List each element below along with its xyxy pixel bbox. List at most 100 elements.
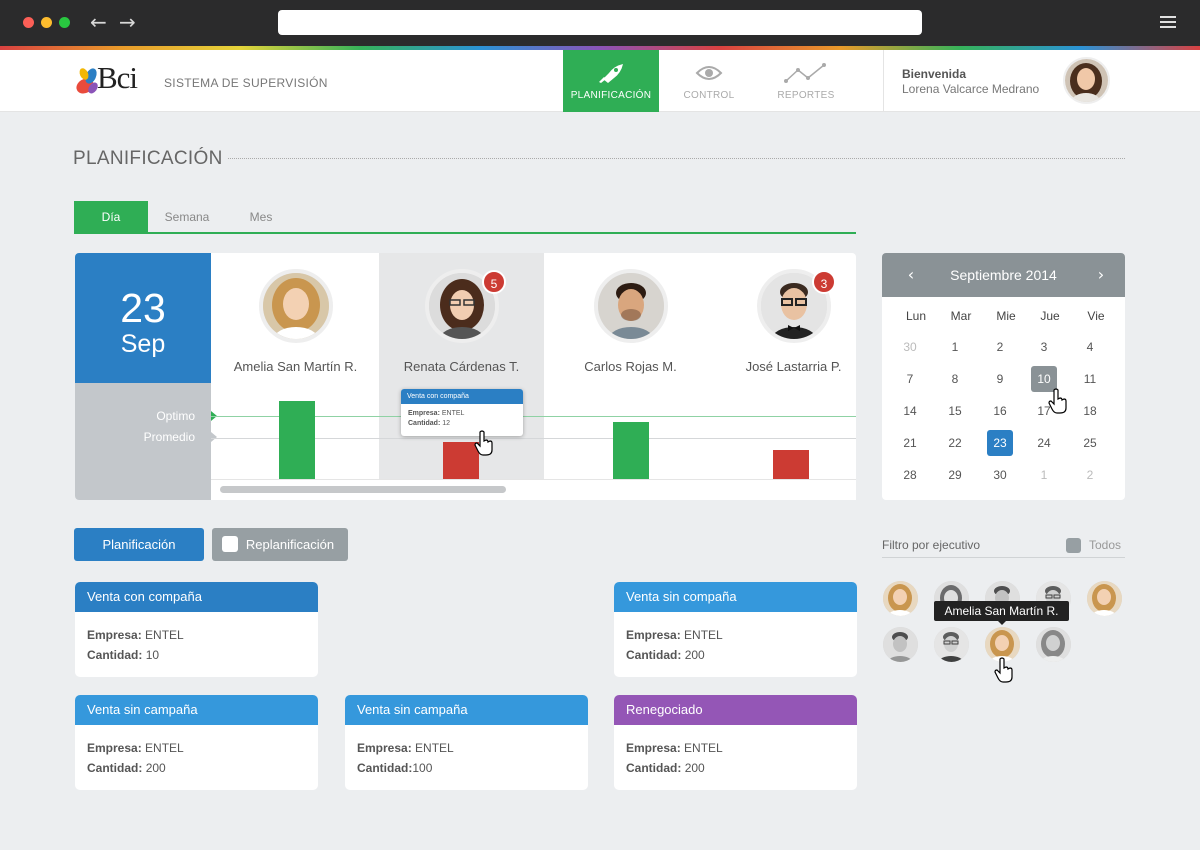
activity-card[interactable]: Venta con compaña Empresa: ENTEL Cantidad… (75, 582, 318, 677)
calendar-prev-icon[interactable]: ‹ (896, 253, 926, 297)
todos-label: Todos (1089, 538, 1122, 552)
forward-arrow-icon[interactable]: → (119, 11, 136, 33)
level-labels: Optimo Promedio (75, 383, 217, 500)
brand-logo-text: Bci (97, 60, 138, 95)
person-card-jose[interactable]: 3 José Lastarria P. (711, 253, 876, 383)
nav-planificacion-label: PLANIFICACIÓN (570, 90, 652, 101)
promedio-label: Promedio (143, 430, 195, 444)
card-cantidad: 200 (684, 761, 705, 775)
activity-card[interactable]: Venta sin compaña Empresa: ENTEL Cantidad… (614, 582, 857, 677)
calendar-day[interactable]: 22 (942, 430, 968, 456)
executive-avatar[interactable] (1036, 627, 1071, 662)
page-title: PLANIFICACIÓN (73, 148, 223, 169)
card-empresa-label: Empresa: (87, 741, 142, 755)
card-cantidad: 200 (684, 648, 705, 662)
weekday-label: Mar (950, 309, 972, 323)
calendar-day[interactable]: 24 (1031, 430, 1057, 456)
tab-mes[interactable]: Mes (230, 201, 292, 233)
calendar-day[interactable]: 3 (1031, 334, 1057, 360)
calendar-day[interactable]: 7 (897, 366, 923, 392)
card-title: Venta con compaña (75, 582, 318, 612)
calendar-day[interactable]: 11 (1077, 366, 1103, 392)
replan-checkbox[interactable] (222, 536, 238, 552)
calendar-day[interactable]: 2 (987, 334, 1013, 360)
calendar-next-icon[interactable]: › (1086, 253, 1116, 297)
calendar-day[interactable]: 9 (987, 366, 1013, 392)
nav-planificacion[interactable]: PLANIFICACIÓN (563, 50, 659, 112)
card-cantidad-label: Cantidad: (626, 648, 682, 662)
weekday-label: Jue (1040, 309, 1060, 323)
calendar-day[interactable]: 16 (987, 398, 1013, 424)
card-cantidad: 100 (412, 761, 433, 775)
bar-amelia[interactable] (279, 401, 315, 479)
card-title: Venta sin compaña (614, 582, 857, 612)
calendar-day[interactable]: 14 (897, 398, 923, 424)
nav-reportes[interactable]: REPORTES (758, 50, 854, 112)
nav-control[interactable]: CONTROL (661, 50, 757, 112)
promedio-marker (211, 432, 217, 442)
user-avatar[interactable] (1063, 57, 1110, 104)
hamburger-menu-icon[interactable] (1160, 16, 1176, 29)
calendar-day[interactable]: 15 (942, 398, 968, 424)
calendar-day[interactable]: 30 (987, 462, 1013, 488)
executive-avatar[interactable] (883, 627, 918, 662)
calendar-day[interactable]: 25 (1077, 430, 1103, 456)
calendar-day[interactable]: 21 (897, 430, 923, 456)
tab-semana[interactable]: Semana (152, 201, 222, 233)
card-title: Venta sin campaña (75, 695, 318, 725)
notification-badge: 3 (812, 270, 836, 294)
calendar-day[interactable]: 1 (942, 334, 968, 360)
card-empresa: ENTEL (145, 741, 184, 755)
card-cantidad-label: Cantidad: (87, 761, 143, 775)
calendar-day[interactable]: 18 (1077, 398, 1103, 424)
planificacion-button[interactable]: Planificación (74, 528, 204, 561)
system-name: SISTEMA DE SUPERVISIÓN (164, 76, 328, 90)
calendar-day[interactable]: 29 (942, 462, 968, 488)
date-day: 23 (120, 285, 166, 331)
bar-carlos[interactable] (613, 422, 649, 479)
horizontal-scrollbar[interactable] (220, 486, 506, 493)
card-cantidad: 200 (145, 761, 166, 775)
card-empresa: ENTEL (684, 628, 723, 642)
tooltip-empresa-label: Empresa: (408, 410, 440, 417)
card-empresa-label: Empresa: (87, 628, 142, 642)
maximize-window-icon[interactable] (59, 17, 70, 28)
person-name: Carlos Rojas M. (584, 359, 677, 374)
calendar-day[interactable]: 30 (897, 334, 923, 360)
hand-cursor-icon (474, 430, 493, 456)
calendar-day[interactable]: 23 (987, 430, 1013, 456)
tooltip-arrow (997, 620, 1007, 625)
filter-label: Filtro por ejecutivo (882, 538, 981, 552)
person-card-amelia[interactable]: Amelia San Martín R. (213, 253, 378, 383)
executive-tooltip: Amelia San Martín R. (934, 601, 1069, 621)
welcome-text: Bienvenida (902, 67, 967, 81)
todos-checkbox[interactable] (1066, 538, 1081, 553)
replanificacion-button[interactable]: Replanificación (212, 528, 348, 561)
calendar-day[interactable]: 8 (942, 366, 968, 392)
activity-card[interactable]: Renegociado Empresa: ENTEL Cantidad: 200 (614, 695, 857, 790)
calendar-day[interactable]: 28 (897, 462, 923, 488)
activity-card[interactable]: Venta sin campaña Empresa: ENTEL Cantidad… (345, 695, 588, 790)
executive-avatar[interactable] (883, 581, 918, 616)
address-bar[interactable] (278, 10, 922, 35)
calendar-day[interactable]: 4 (1077, 334, 1103, 360)
calendar-day[interactable]: 2 (1077, 462, 1103, 488)
bar-jose[interactable] (773, 450, 809, 479)
notification-badge: 5 (482, 270, 506, 294)
card-empresa: ENTEL (684, 741, 723, 755)
calendar-day[interactable]: 1 (1031, 462, 1057, 488)
tab-dia[interactable]: Día (74, 201, 148, 233)
activity-card[interactable]: Venta sin campaña Empresa: ENTEL Cantidad… (75, 695, 318, 790)
person-card-carlos[interactable]: Carlos Rojas M. (548, 253, 713, 383)
card-title: Renegociado (614, 695, 857, 725)
card-empresa-label: Empresa: (357, 741, 412, 755)
back-arrow-icon[interactable]: ← (90, 11, 107, 33)
close-window-icon[interactable] (23, 17, 34, 28)
nav-reportes-label: REPORTES (777, 90, 835, 101)
executive-avatar[interactable] (1087, 581, 1122, 616)
nav-control-label: CONTROL (683, 90, 735, 101)
person-card-renata[interactable]: 5 Renata Cárdenas T. (379, 253, 544, 383)
tooltip-cantidad-label: Cantidad: (408, 420, 441, 427)
minimize-window-icon[interactable] (41, 17, 52, 28)
executive-avatar[interactable] (934, 627, 969, 662)
